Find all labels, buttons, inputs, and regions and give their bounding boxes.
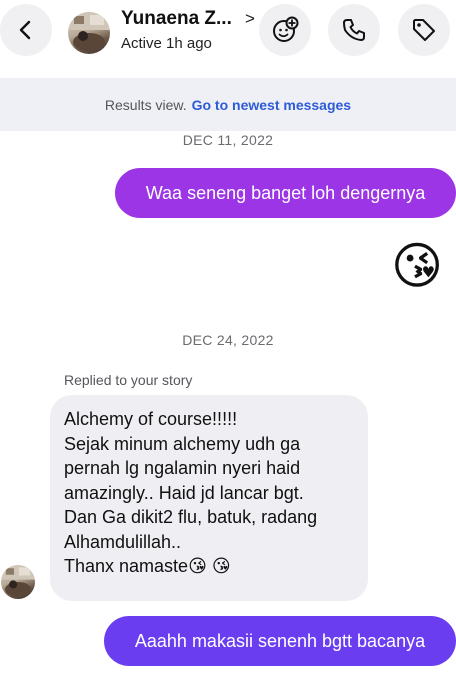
message-line: Alhamdulillah.. [64,531,182,552]
message-line: Sejak minum alchemy udh ga [64,433,301,454]
contact-avatar[interactable] [68,12,110,54]
incoming-message[interactable]: Alchemy of course!!!!! Sejak minum alche… [50,395,368,601]
phone-icon [343,19,365,41]
message-line: pernah lg ngalamin nyeri haid [64,458,301,478]
tag-icon [413,19,435,41]
back-button[interactable] [0,4,52,56]
results-view-text: Results view. [104,96,187,113]
date-separator: DEC 11, 2022 [182,132,274,148]
active-status: Active 1h ago [121,35,212,52]
message-line: Alchemy of course!!!!! [64,409,238,429]
kiss-emoji[interactable]: 😘 [391,241,443,291]
effects-button[interactable] [259,4,311,56]
date-separator: DEC 24, 2022 [182,332,274,348]
sticker-plus-icon [273,16,299,42]
chevron-right-icon[interactable]: > [245,9,255,29]
avatar-image [68,12,110,51]
sender-avatar[interactable] [1,565,35,599]
go-to-newest-link[interactable]: Go to newest messages [192,97,352,113]
tag-button[interactable] [398,4,450,56]
message-line: Dan Ga dikit2 flu, batuk, radang [64,507,318,527]
chevron-left-icon [19,20,31,40]
chat-header: Yunaena Z... > Active 1h ago [0,0,456,78]
message-line: amazingly.. Haid jd lancar bgt. [64,482,304,503]
outgoing-message[interactable]: Aaahh makasii senenh bgtt bacanya [104,616,456,666]
contact-name[interactable]: Yunaena Z... [121,8,232,30]
avatar-image [1,565,35,597]
message-line: Thanx namaste😘 😘 [64,556,231,576]
call-button[interactable] [328,4,380,56]
replied-to-story-label[interactable]: Replied to your story [64,372,192,388]
outgoing-message[interactable]: Waa seneng banget loh dengernya [115,168,456,218]
results-view-bar: Results view. Go to newest messages [0,78,456,131]
